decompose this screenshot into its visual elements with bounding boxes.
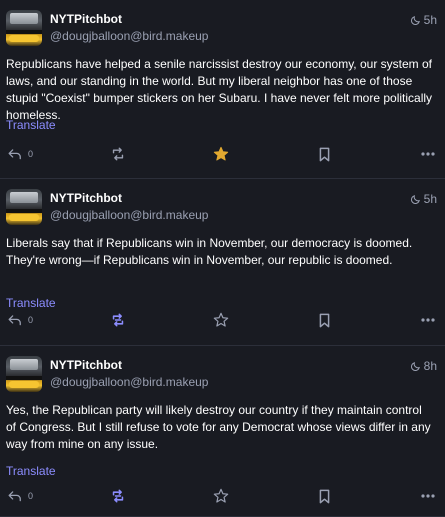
- post-actions: 0: [0, 310, 445, 330]
- bookmark-icon: [318, 147, 331, 162]
- reply-button[interactable]: 0: [8, 486, 33, 506]
- boost-icon: [110, 313, 126, 327]
- timestamp-text: 8h: [423, 359, 437, 373]
- post-actions: 0: [0, 144, 445, 164]
- more-button[interactable]: [421, 144, 435, 164]
- more-icon: [421, 318, 435, 322]
- more-icon: [421, 152, 435, 156]
- display-name[interactable]: NYTPitchbot: [50, 191, 122, 205]
- favourite-button[interactable]: [213, 310, 229, 330]
- more-button[interactable]: [421, 486, 435, 506]
- reply-button[interactable]: 0: [8, 144, 33, 164]
- boost-icon: [110, 147, 126, 161]
- boost-button[interactable]: [110, 310, 126, 330]
- bookmark-button[interactable]: [318, 486, 331, 506]
- post-content: Liberals say that if Republicans win in …: [6, 236, 413, 267]
- avatar[interactable]: [6, 10, 42, 46]
- moon-icon: [410, 361, 421, 372]
- status-post[interactable]: NYTPitchbot @dougjballoon@bird.makeup 8h…: [0, 346, 445, 517]
- boost-icon: [110, 489, 126, 503]
- post-actions: 0: [0, 486, 445, 506]
- reply-count: 0: [28, 491, 34, 501]
- timeline-feed: NYTPitchbot @dougjballoon@bird.makeup 5h…: [0, 0, 445, 517]
- avatar[interactable]: [6, 356, 42, 392]
- boost-button[interactable]: [110, 486, 126, 506]
- favourite-button[interactable]: [213, 144, 229, 164]
- star-icon: [213, 146, 229, 162]
- post-timestamp[interactable]: 8h: [410, 359, 437, 373]
- reply-icon: [8, 148, 22, 160]
- reply-icon: [8, 314, 22, 326]
- post-content: Republicans have helped a senile narciss…: [6, 57, 433, 122]
- more-button[interactable]: [421, 310, 435, 330]
- more-icon: [421, 494, 435, 498]
- status-post[interactable]: NYTPitchbot @dougjballoon@bird.makeup 5h…: [0, 0, 445, 179]
- star-icon: [213, 488, 229, 504]
- post-content: Yes, the Republican party will likely de…: [6, 403, 431, 451]
- star-icon: [213, 312, 229, 328]
- bookmark-button[interactable]: [318, 310, 331, 330]
- post-timestamp[interactable]: 5h: [410, 13, 437, 27]
- timestamp-text: 5h: [423, 13, 437, 27]
- post-timestamp[interactable]: 5h: [410, 192, 437, 206]
- moon-icon: [410, 15, 421, 26]
- avatar[interactable]: [6, 189, 42, 225]
- translate-link[interactable]: Translate: [6, 118, 56, 132]
- translate-link[interactable]: Translate: [6, 464, 56, 478]
- reply-count: 0: [28, 315, 34, 325]
- bookmark-button[interactable]: [318, 144, 331, 164]
- timestamp-text: 5h: [423, 192, 437, 206]
- reply-button[interactable]: 0: [8, 310, 33, 330]
- account-handle[interactable]: @dougjballoon@bird.makeup: [50, 29, 208, 43]
- account-handle[interactable]: @dougjballoon@bird.makeup: [50, 208, 208, 222]
- boost-button[interactable]: [110, 144, 126, 164]
- bookmark-icon: [318, 489, 331, 504]
- account-handle[interactable]: @dougjballoon@bird.makeup: [50, 375, 208, 389]
- moon-icon: [410, 194, 421, 205]
- display-name[interactable]: NYTPitchbot: [50, 358, 122, 372]
- display-name[interactable]: NYTPitchbot: [50, 12, 122, 26]
- status-post[interactable]: NYTPitchbot @dougjballoon@bird.makeup 5h…: [0, 179, 445, 346]
- reply-icon: [8, 490, 22, 502]
- bookmark-icon: [318, 313, 331, 328]
- translate-link[interactable]: Translate: [6, 296, 56, 310]
- favourite-button[interactable]: [213, 486, 229, 506]
- reply-count: 0: [28, 149, 34, 159]
